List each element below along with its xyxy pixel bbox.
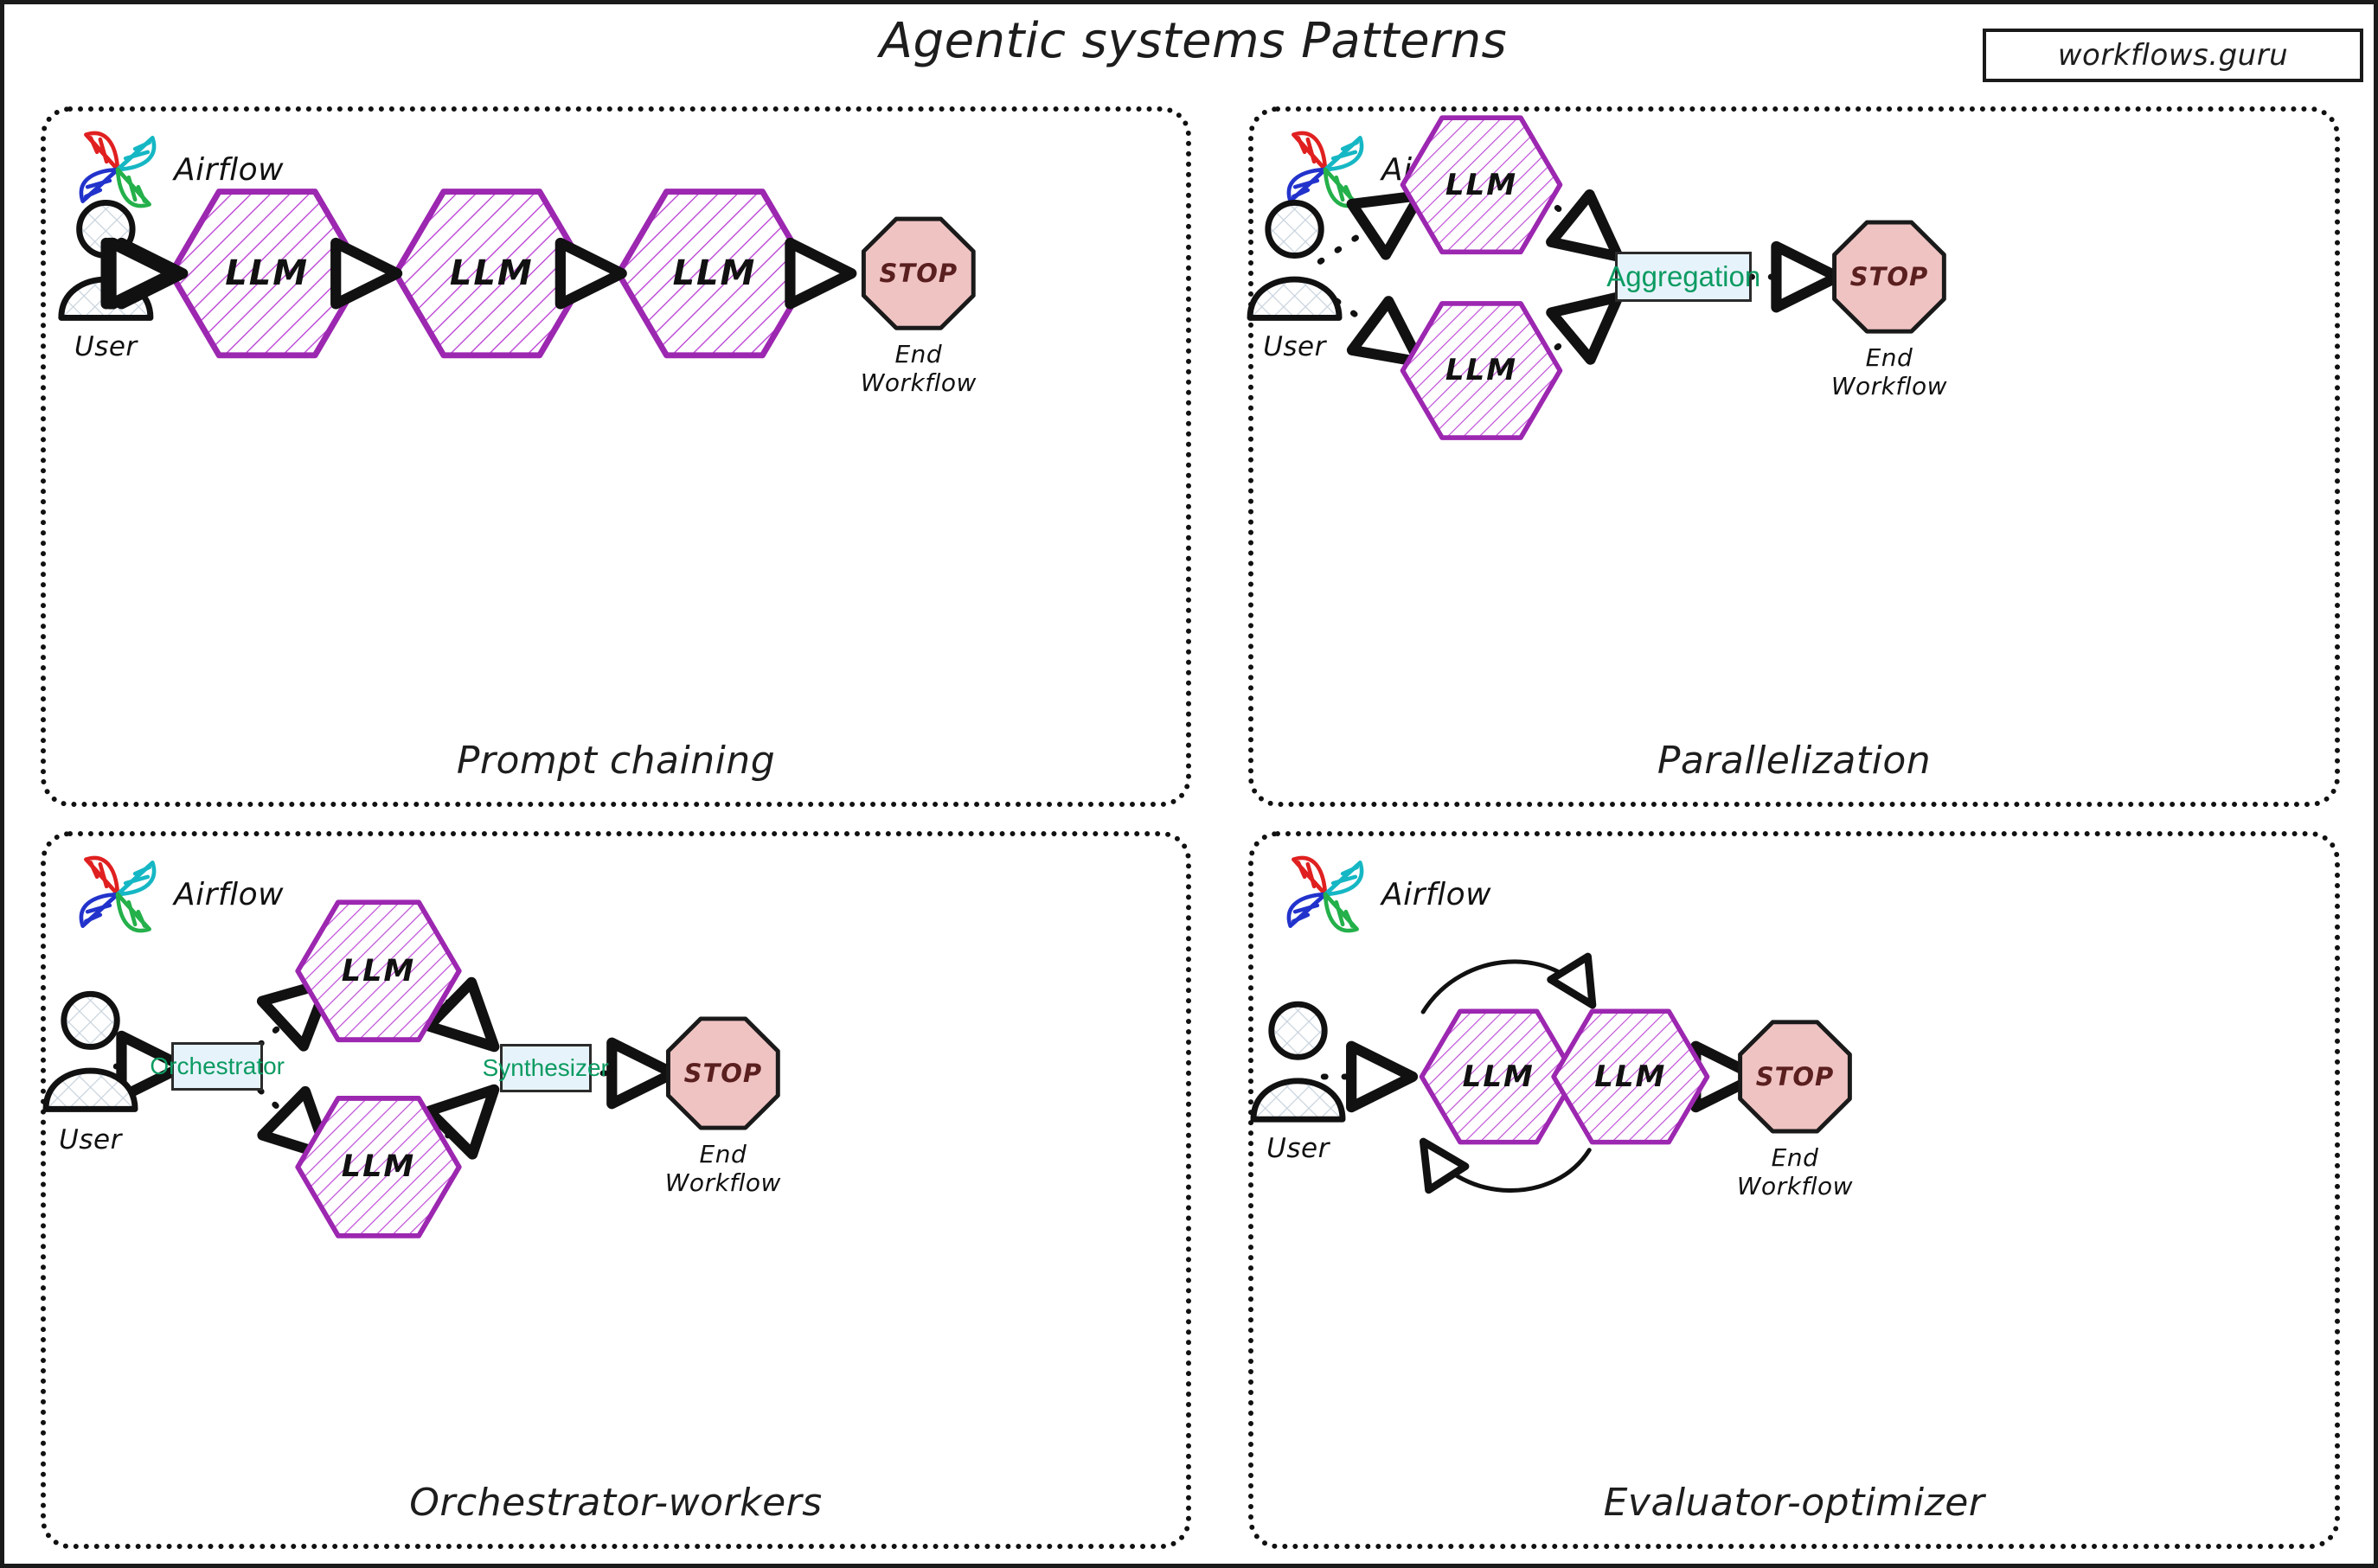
panel-title-orchestrator-workers: Orchestrator-workers: [409, 1481, 823, 1525]
end-line-1: End: [1865, 342, 1913, 372]
panel-2-graph: [46, 836, 1186, 1544]
stop-label: STOP: [683, 1058, 763, 1088]
panel-title-parallelization: Parallelization: [1657, 739, 1932, 783]
node-user: [1253, 1004, 1343, 1119]
llm-label-top: LLM: [1445, 167, 1518, 202]
panel-orchestrator-workers: Airflow LLM LLM User Orchestrator Synthe…: [41, 831, 1191, 1549]
diagram-page: Agentic systems Patterns workflows.guru: [0, 0, 2378, 1568]
panel-title-evaluator-optimizer: Evaluator-optimizer: [1603, 1481, 1985, 1525]
end-line-1: End: [1771, 1142, 1819, 1172]
stop-label: STOP: [1755, 1061, 1835, 1091]
edge-loop-forward: [1420, 952, 1597, 1014]
user-label: User: [59, 1124, 122, 1156]
llm-label-left: LLM: [1462, 1059, 1535, 1094]
aggregation-box[interactable]: Aggregation: [1606, 252, 1760, 303]
end-line-2: Workflow: [664, 1168, 781, 1197]
edge-loop-feedback: [1419, 1137, 1592, 1194]
watermark-badge: workflows.guru: [1983, 29, 2363, 82]
end-workflow-caption: End Workflow: [1737, 1143, 1853, 1200]
llm-label-top: LLM: [341, 953, 416, 989]
panel-evaluator-optimizer: Airflow LLM LLM User STOP End Workflow E…: [1248, 831, 2340, 1549]
synthesizer-box[interactable]: Synthesizer: [483, 1044, 609, 1093]
end-line-1: End: [699, 1139, 747, 1168]
llm-label-bottom: LLM: [341, 1149, 416, 1185]
end-line-2: Workflow: [1736, 1171, 1854, 1200]
panel-1-graph: [1253, 112, 2335, 802]
orchestrator-box[interactable]: Orchestrator: [150, 1042, 285, 1091]
llm-label-right: LLM: [1594, 1059, 1667, 1094]
end-workflow-caption: End Workflow: [665, 1140, 781, 1197]
end-workflow-caption: End Workflow: [1831, 343, 1947, 400]
panel-prompt-chaining: Airflow LLM LLM LLM User STOP End Workfl…: [41, 106, 1191, 807]
edge-llm-bottom-agg: [1538, 291, 1624, 365]
panel-0-edges: [106, 237, 178, 310]
user-label: User: [1266, 1132, 1330, 1164]
edge-user-llm-top: [1317, 190, 1426, 265]
llm-label-bottom: LLM: [1445, 353, 1518, 388]
user-label: User: [1263, 331, 1326, 363]
node-user: [46, 994, 135, 1109]
panel-parallelization: Airflow LLM LLM User Aggregation STOP En…: [1248, 106, 2340, 807]
end-line-2: Workflow: [1830, 372, 1948, 400]
node-user: [1250, 202, 1339, 317]
stop-label: STOP: [1849, 262, 1929, 292]
